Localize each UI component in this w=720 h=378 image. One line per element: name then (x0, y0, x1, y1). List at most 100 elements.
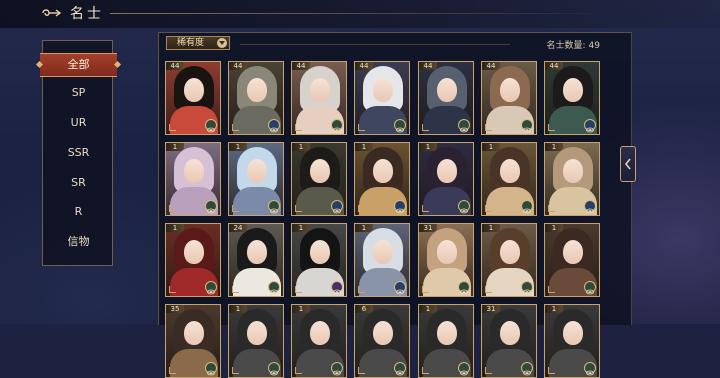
hero-card[interactable]: 44 (354, 61, 410, 135)
level-badge: 1 (545, 224, 563, 232)
level-badge: 44 (419, 62, 437, 70)
card-corner-ornament (358, 124, 365, 131)
filter-tab-ur[interactable]: UR (43, 112, 114, 134)
card-corner-ornament (358, 205, 365, 212)
card-corner-ornament (232, 124, 239, 131)
filter-tab-token[interactable]: 信物 (43, 231, 114, 253)
rarity-eye-icon (584, 200, 596, 214)
rarity-eye-icon (458, 362, 470, 376)
level-badge: 44 (482, 62, 500, 70)
level-badge: 24 (229, 224, 247, 232)
hero-card[interactable]: 1 (354, 142, 410, 216)
hero-card[interactable]: 1 (418, 142, 474, 216)
hero-card[interactable]: 1 (418, 304, 474, 378)
hero-count: 名士数量: 49 (520, 38, 601, 51)
chevron-down-icon (217, 38, 227, 48)
hero-card[interactable]: 1 (291, 223, 347, 297)
level-badge: 1 (166, 143, 184, 151)
level-badge: 1 (292, 305, 310, 313)
portrait-face (437, 240, 457, 264)
rarity-eye-icon (584, 281, 596, 295)
level-badge: 31 (482, 305, 500, 313)
card-corner-ornament (485, 367, 492, 374)
hero-card[interactable]: 31 (481, 304, 537, 378)
card-corner-ornament (232, 205, 239, 212)
portrait-face (500, 159, 520, 183)
level-badge: 44 (545, 62, 563, 70)
hero-card[interactable]: 1 (481, 142, 537, 216)
chevron-left-icon (624, 158, 631, 170)
card-corner-ornament (422, 205, 429, 212)
level-badge: 6 (355, 305, 373, 313)
hero-card[interactable]: 1 (481, 223, 537, 297)
filter-tab-sp[interactable]: SP (43, 82, 114, 104)
card-corner-ornament (169, 124, 176, 131)
hero-card[interactable]: 1 (544, 223, 600, 297)
rarity-eye-icon (205, 362, 217, 376)
card-corner-ornament (485, 286, 492, 293)
sort-rarity-button[interactable]: 稀有度 (166, 36, 230, 50)
portrait-face (310, 78, 330, 102)
card-corner-ornament (295, 367, 302, 374)
filter-tab-all[interactable]: 全部 (40, 53, 117, 77)
hero-card[interactable]: 1 (354, 223, 410, 297)
filter-tab-r[interactable]: R (43, 201, 114, 223)
rarity-eye-icon (205, 119, 217, 133)
card-corner-ornament (548, 286, 555, 293)
hero-card[interactable]: 1 (228, 142, 284, 216)
hero-card[interactable]: 1 (544, 142, 600, 216)
hero-card[interactable]: 44 (544, 61, 600, 135)
rarity-eye-icon (268, 281, 280, 295)
count-label: 名士数量: (546, 41, 586, 51)
card-corner-ornament (169, 286, 176, 293)
hero-card[interactable]: 1 (291, 304, 347, 378)
card-corner-ornament (358, 367, 365, 374)
level-badge: 1 (355, 143, 373, 151)
count-value: 49 (588, 41, 600, 51)
hero-card[interactable]: 44 (228, 61, 284, 135)
hero-card[interactable]: 1 (291, 142, 347, 216)
rarity-eye-icon (331, 200, 343, 214)
level-badge: 44 (355, 62, 373, 70)
portrait-face (184, 240, 204, 264)
portrait-face (437, 78, 457, 102)
card-corner-ornament (485, 205, 492, 212)
portrait-face (500, 78, 520, 102)
hero-card[interactable]: 44 (418, 61, 474, 135)
hero-card[interactable]: 24 (228, 223, 284, 297)
collapse-panel-button[interactable] (620, 146, 636, 182)
hero-card[interactable]: 31 (418, 223, 474, 297)
hero-card[interactable]: 6 (354, 304, 410, 378)
back-arrow-icon[interactable] (40, 5, 62, 21)
portrait-face (373, 321, 393, 345)
top-bar: 名士 (0, 0, 720, 28)
card-corner-ornament (169, 367, 176, 374)
rarity-eye-icon (331, 362, 343, 376)
rarity-filter-sidebar: 全部 SP UR SSR SR R 信物 (40, 40, 117, 266)
portrait-face (500, 240, 520, 264)
rarity-eye-icon (331, 119, 343, 133)
hero-card[interactable]: 1 (165, 223, 221, 297)
card-corner-ornament (295, 124, 302, 131)
rarity-eye-icon (268, 362, 280, 376)
portrait-face (563, 321, 583, 345)
level-badge: 1 (419, 305, 437, 313)
hero-card[interactable]: 44 (165, 61, 221, 135)
filter-tab-ssr[interactable]: SSR (43, 142, 114, 164)
rarity-eye-icon (394, 362, 406, 376)
filter-tab-sr[interactable]: SR (43, 172, 114, 194)
rarity-eye-icon (205, 281, 217, 295)
hero-card[interactable]: 44 (481, 61, 537, 135)
level-badge: 31 (419, 224, 437, 232)
hero-card[interactable]: 44 (291, 61, 347, 135)
card-corner-ornament (295, 286, 302, 293)
level-badge: 44 (166, 62, 184, 70)
hero-card[interactable]: 1 (228, 304, 284, 378)
portrait-face (437, 321, 457, 345)
hero-card[interactable]: 1 (165, 142, 221, 216)
rarity-eye-icon (394, 200, 406, 214)
hero-card[interactable]: 35 (165, 304, 221, 378)
level-badge: 1 (419, 143, 437, 151)
hero-card[interactable]: 1 (544, 304, 600, 378)
card-corner-ornament (232, 367, 239, 374)
